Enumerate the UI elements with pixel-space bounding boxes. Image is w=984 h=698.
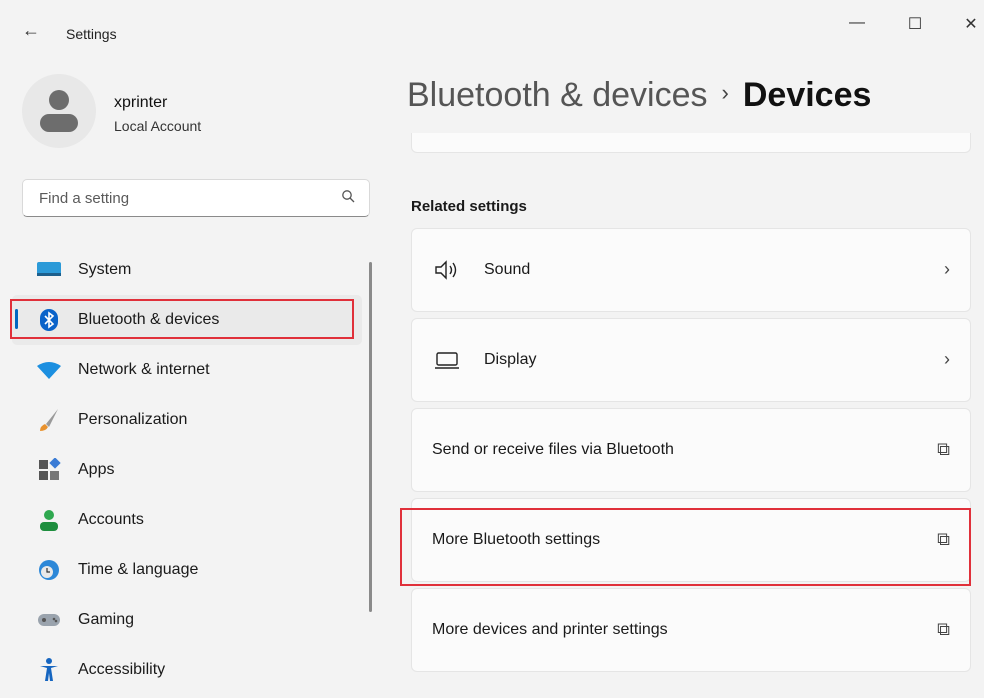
display-settings-item[interactable]: Display › [411,318,971,402]
sidebar-item-label: Accessibility [78,661,166,678]
speaker-icon [432,259,462,281]
highlight-box-more-bluetooth [400,508,971,586]
sidebar-item-time-language[interactable]: Time & language [12,545,362,595]
sidebar-item-label: Apps [78,461,115,478]
account-icon [36,507,62,533]
sidebar-item-accounts[interactable]: Accounts [12,495,362,545]
external-link-icon: ⧉ [937,619,950,639]
breadcrumb: Bluetooth & devices › Devices [407,76,871,115]
send-receive-bluetooth-item[interactable]: Send or receive files via Bluetooth ⧉ [411,408,971,492]
sidebar-item-label: Gaming [78,611,135,628]
chevron-right-icon: › [944,349,950,369]
title-bar: ← Settings — ☐ ✕ [0,0,984,66]
sidebar-item-personalization[interactable]: Personalization [12,395,362,445]
apps-icon [36,457,62,483]
close-icon[interactable]: ✕ [956,14,984,34]
breadcrumb-separator: › [721,80,729,105]
system-icon [36,257,62,283]
chevron-right-icon: › [944,259,950,279]
sidebar-item-label: Network & internet [78,361,210,378]
wifi-icon [36,357,62,383]
globe-clock-icon [36,557,62,583]
sidebar-item-label: Accounts [78,511,144,528]
more-devices-printer-settings-item[interactable]: More devices and printer settings ⧉ [411,588,971,672]
sidebar-item-gaming[interactable]: Gaming [12,595,362,645]
card-label: Display [484,351,537,368]
scrollbar[interactable] [369,262,372,612]
user-name: xprinter [114,94,168,111]
avatar-body [40,114,78,132]
search-input[interactable] [37,189,331,208]
external-link-icon: ⧉ [937,439,950,459]
maximize-icon[interactable]: ☐ [900,14,930,34]
card-label: More devices and printer settings [432,621,668,638]
accessibility-icon [36,657,62,683]
section-heading: Related settings [411,198,527,215]
sidebar-item-label: System [78,261,132,278]
brush-icon [36,407,62,433]
search-icon[interactable] [341,189,355,206]
sidebar-item-system[interactable]: System [12,245,362,295]
sidebar-item-apps[interactable]: Apps [12,445,362,495]
highlight-box-nav [10,299,354,339]
card-label: Send or receive files via Bluetooth [432,441,674,458]
avatar-head [49,90,69,110]
sidebar-item-label: Time & language [78,561,199,578]
minimize-icon[interactable]: — [842,14,872,32]
app-title: Settings [66,26,117,42]
page-title: Devices [742,76,872,114]
sidebar-item-network[interactable]: Network & internet [12,345,362,395]
search-box[interactable] [22,179,370,217]
previous-card-bottom [411,133,971,153]
monitor-icon [432,349,462,371]
account-type: Local Account [114,118,202,134]
sidebar-item-label: Personalization [78,411,188,428]
sidebar-item-accessibility[interactable]: Accessibility [12,645,362,695]
back-arrow-icon[interactable]: ← [22,20,40,41]
sound-settings-item[interactable]: Sound › [411,228,971,312]
controller-icon [36,607,62,633]
avatar[interactable] [22,74,96,148]
breadcrumb-parent[interactable]: Bluetooth & devices [407,76,708,114]
card-label: Sound [484,261,531,278]
